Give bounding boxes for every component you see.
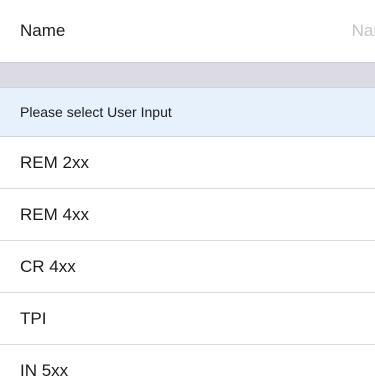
option-tpi[interactable]: TPI [0, 293, 375, 345]
option-rem-2xx[interactable]: REM 2xx [0, 137, 375, 189]
picker-header: Please select User Input [0, 87, 375, 137]
option-cr-4xx[interactable]: CR 4xx [0, 241, 375, 293]
name-label: Name [20, 21, 66, 40]
user-input-screen: Name Please select User Input REM 2xx RE… [0, 0, 375, 392]
option-in-5xx[interactable]: IN 5xx [0, 345, 375, 392]
user-input-options-list: REM 2xx REM 4xx CR 4xx TPI IN 5xx [0, 137, 375, 392]
section-separator [0, 62, 375, 87]
option-rem-4xx[interactable]: REM 4xx [0, 189, 375, 241]
name-field-row: Name [0, 0, 375, 62]
name-input[interactable] [327, 21, 375, 41]
